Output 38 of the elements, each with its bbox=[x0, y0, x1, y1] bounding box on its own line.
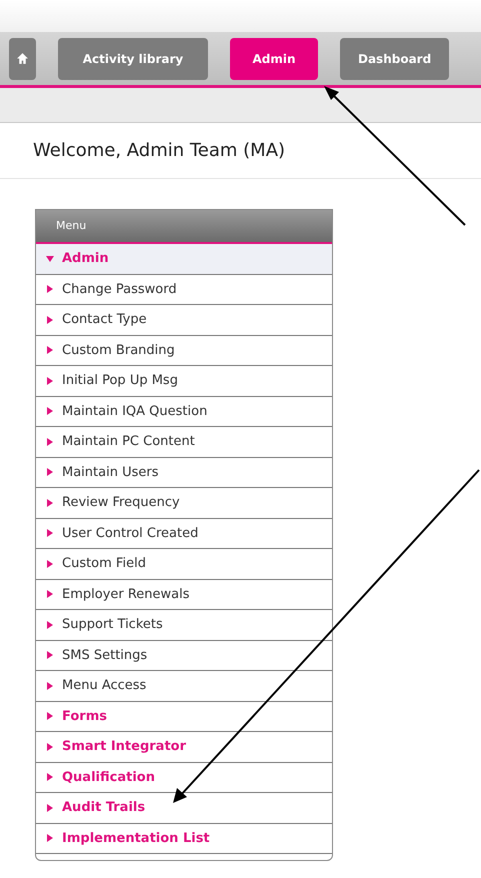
caret-right-icon bbox=[46, 620, 54, 629]
caret-right-icon bbox=[46, 834, 54, 842]
menu-item[interactable]: Custom Branding bbox=[36, 336, 332, 366]
caret-right-icon bbox=[46, 742, 54, 751]
caret-right-icon bbox=[46, 712, 54, 720]
caret-right-icon bbox=[46, 529, 54, 538]
nav-tab[interactable]: Activity library bbox=[58, 38, 208, 80]
caret-right-icon bbox=[46, 346, 54, 354]
caret-right-icon bbox=[46, 407, 54, 416]
caret-right-icon bbox=[46, 590, 54, 598]
menu-item[interactable]: User Control Created bbox=[36, 518, 332, 549]
menu-item[interactable]: Change Password bbox=[36, 274, 332, 305]
menu-section[interactable]: Implementation List bbox=[36, 824, 332, 854]
home-button[interactable] bbox=[9, 38, 36, 80]
caret-right-icon bbox=[46, 376, 54, 385]
menu-header: Menu bbox=[36, 210, 332, 244]
menu-item[interactable]: SMS Settings bbox=[36, 640, 332, 671]
caret-right-icon bbox=[46, 773, 54, 782]
welcome-heading: Welcome, Admin Team (MA) bbox=[33, 139, 286, 163]
caret-right-icon bbox=[46, 560, 54, 568]
caret-right-icon bbox=[46, 498, 54, 507]
caret-right-icon bbox=[46, 285, 54, 294]
caret-right-icon bbox=[46, 804, 54, 812]
nav-tab[interactable]: Admin bbox=[230, 38, 318, 80]
caret-down-icon bbox=[46, 254, 54, 263]
nav-tab[interactable]: Dashboard bbox=[340, 38, 450, 80]
menu-section[interactable]: Admin bbox=[36, 244, 332, 274]
home-icon bbox=[16, 52, 29, 65]
caret-right-icon bbox=[46, 651, 54, 660]
caret-right-icon bbox=[46, 316, 54, 324]
menu-section[interactable]: Forms bbox=[36, 702, 332, 732]
menu-item[interactable]: Maintain Users bbox=[36, 458, 332, 488]
caret-right-icon bbox=[46, 682, 54, 690]
caret-right-icon bbox=[46, 468, 54, 476]
menu-section[interactable]: Qualification bbox=[36, 762, 332, 793]
menu-item[interactable]: Employer Renewals bbox=[36, 580, 332, 610]
caret-right-icon bbox=[46, 438, 54, 446]
menu-item[interactable]: Maintain IQA Question bbox=[36, 396, 332, 427]
